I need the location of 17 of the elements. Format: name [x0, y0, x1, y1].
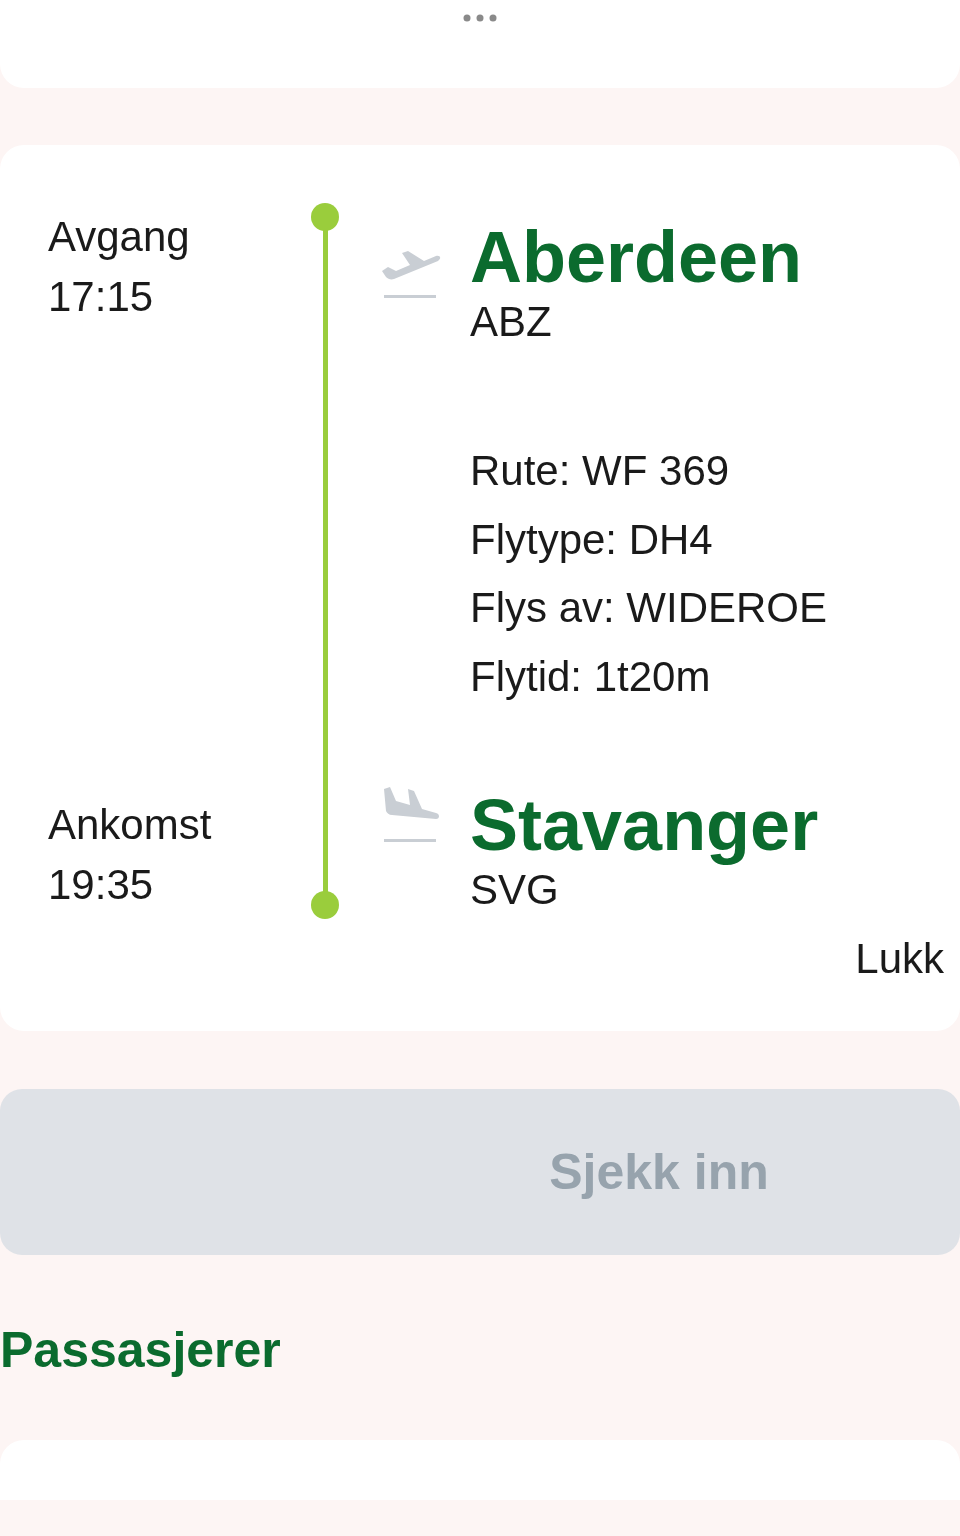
time-text: 19:35: [48, 860, 155, 910]
time-text: 17:15: [48, 272, 155, 322]
time-label: Avgang: [48, 212, 191, 262]
city-name: Aberdeen: [470, 217, 804, 297]
airport-code: SVG: [470, 865, 560, 915]
airport-code: ABZ: [470, 297, 553, 347]
city-name: Stavanger: [470, 785, 820, 865]
timeline-dot: [311, 203, 339, 231]
detail-text: Flytype: DH4: [470, 514, 714, 565]
close-link[interactable]: Lukk: [855, 929, 944, 989]
detail-text: Rute: WF 369: [470, 446, 731, 496]
time-label: Ankomst: [48, 800, 213, 850]
detail-text: Flytid: 1t20m: [470, 651, 712, 702]
section-heading: Passasjerer: [0, 1321, 281, 1380]
timeline-dot: [311, 891, 339, 919]
drag-handle-icon[interactable]: [463, 14, 497, 22]
detail-text: Flys av: WIDEROE: [470, 583, 828, 633]
